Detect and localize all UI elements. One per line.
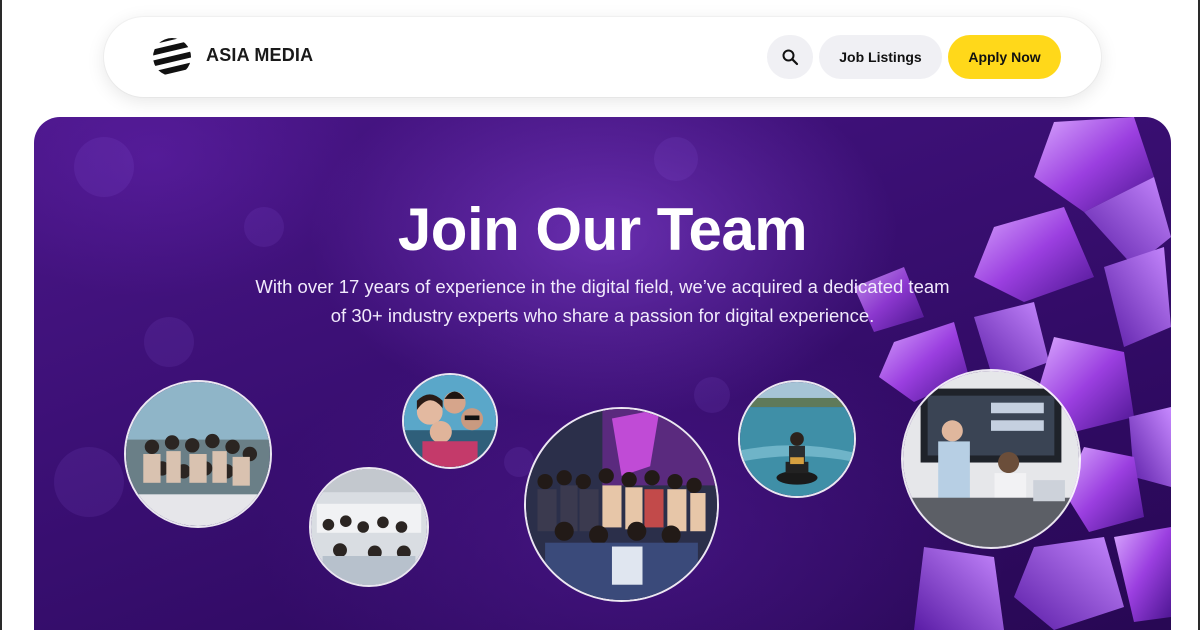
team-office-meeting-photo [309,467,429,587]
brand-name[interactable]: ASIA MEDIA [206,45,313,66]
bokeh-decoration [54,447,124,517]
hero-description: With over 17 years of experience in the … [255,276,950,326]
bokeh-decoration [694,377,730,413]
team-selfie-photo [402,373,498,469]
apply-now-button[interactable]: Apply Now [948,35,1061,79]
jet-ski-photo [738,380,856,498]
bokeh-decoration [144,317,194,367]
top-navbar: ASIA MEDIA Job Listings Apply Now [104,17,1101,97]
bokeh-decoration [654,137,698,181]
search-icon [782,49,799,66]
hero-title: Join Our Team [397,196,808,263]
team-boat-trip-photo [124,380,272,528]
presentation-photo [901,369,1081,549]
team-group-photo [524,407,719,602]
search-button[interactable] [767,35,813,79]
bokeh-decoration [74,137,134,197]
job-listings-button[interactable]: Job Listings [819,35,942,79]
hero-section: Join Our Team With over 17 years of expe… [34,117,1171,630]
striped-globe-logo-icon[interactable] [152,37,192,77]
